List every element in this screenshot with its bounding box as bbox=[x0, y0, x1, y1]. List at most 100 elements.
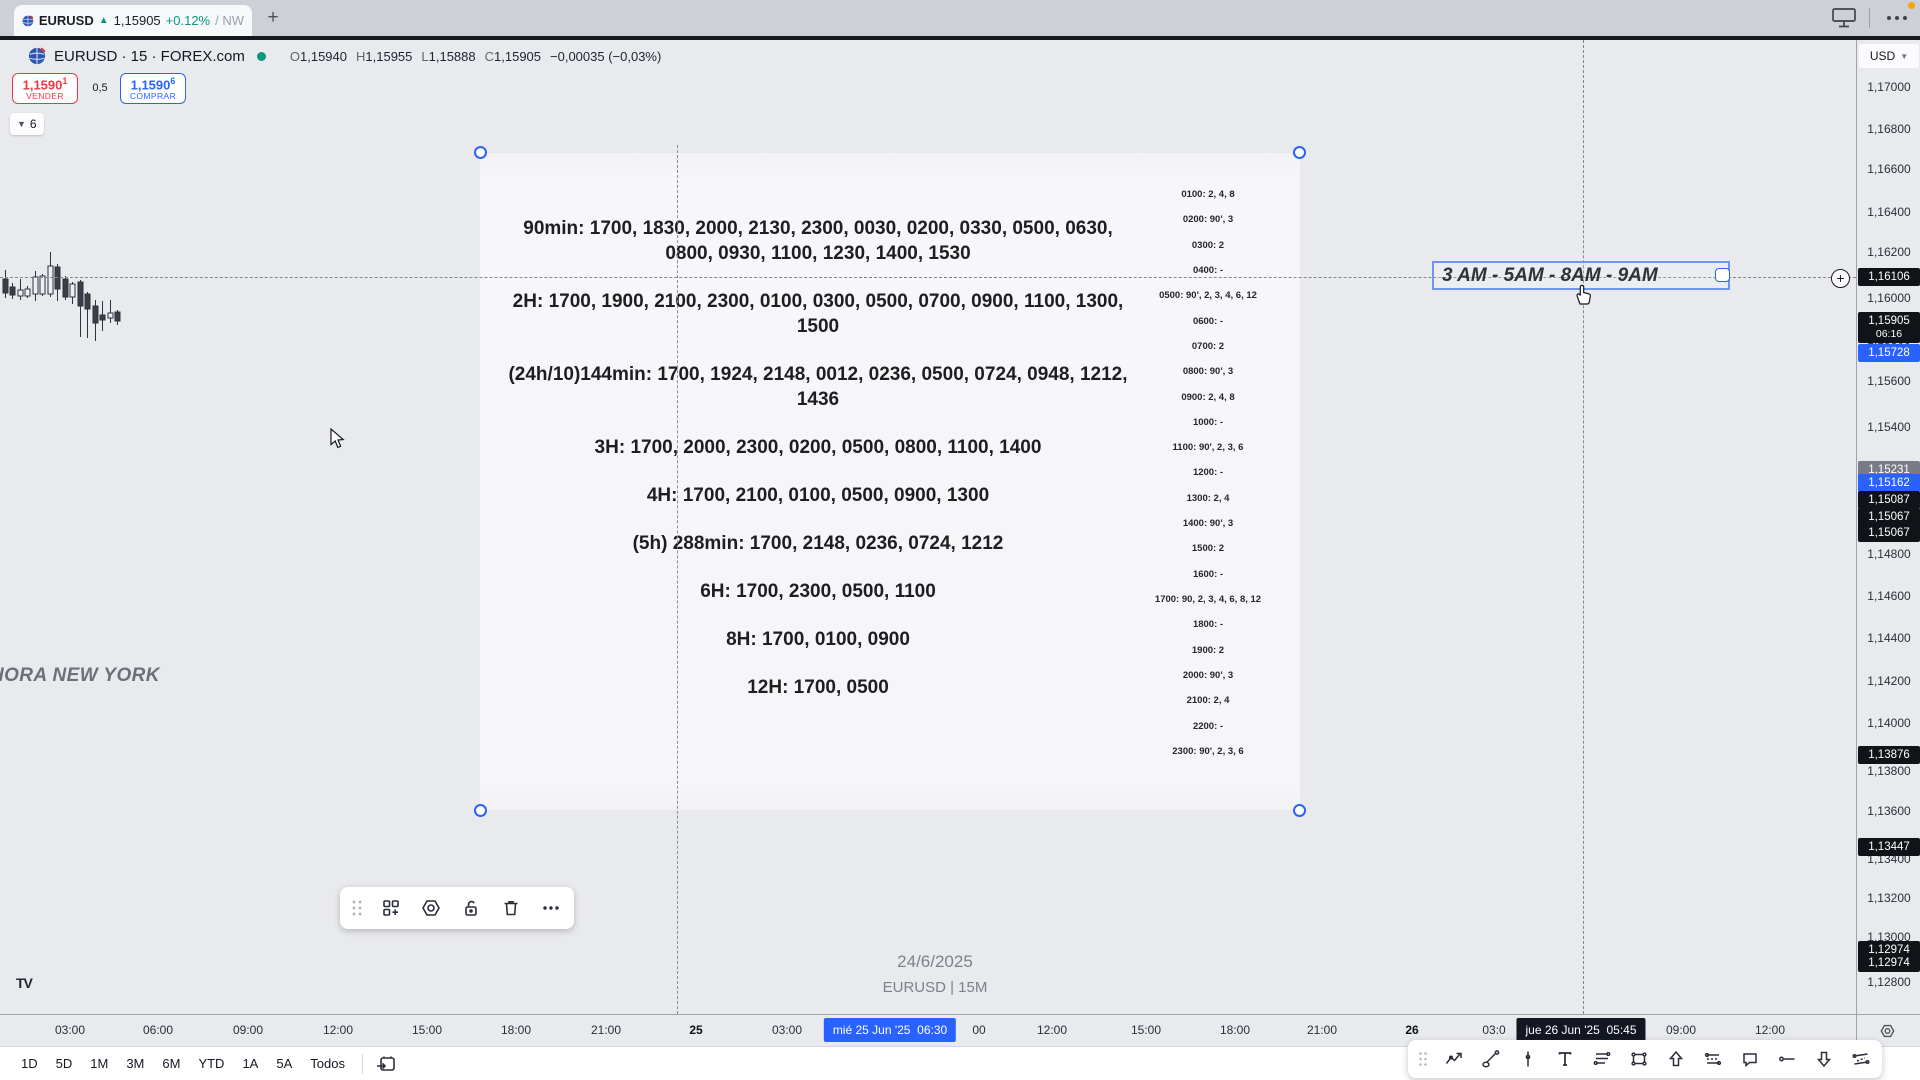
price-label-black: 1,13447 bbox=[1858, 838, 1920, 856]
buy-label: COMPRAR bbox=[130, 92, 176, 101]
object-count: 6 bbox=[30, 117, 37, 131]
range-button-3m[interactable]: 3M bbox=[117, 1052, 153, 1075]
text-icon bbox=[1555, 1049, 1575, 1069]
buy-button[interactable]: 1,15906 COMPRAR bbox=[120, 73, 186, 104]
time-tick: 15:00 bbox=[412, 1023, 442, 1037]
range-button-ytd[interactable]: YTD bbox=[189, 1052, 233, 1075]
tradingview-logo[interactable]: TV bbox=[16, 975, 32, 991]
sell-button[interactable]: 1,15901 VENDER bbox=[12, 73, 78, 104]
template-button[interactable] bbox=[378, 895, 404, 921]
go-to-date-button[interactable] bbox=[375, 1054, 397, 1074]
drawing-handle-top-right[interactable] bbox=[1293, 146, 1306, 159]
time-tick: 21:00 bbox=[1307, 1023, 1337, 1037]
settings-button[interactable] bbox=[418, 895, 444, 921]
price-tick: 1,16400 bbox=[1857, 205, 1920, 219]
price-label-black: 1,15067 bbox=[1858, 524, 1920, 542]
tab-change: +0.12% bbox=[166, 13, 210, 28]
drawing-handle-bottom-left[interactable] bbox=[474, 804, 487, 817]
add-alert-button[interactable]: + bbox=[1831, 269, 1850, 288]
legend-title[interactable]: EURUSD · 15 · FOREX.com bbox=[54, 48, 245, 65]
price-label-black: 1,12974 bbox=[1858, 954, 1920, 972]
text-tool-button[interactable] bbox=[1552, 1046, 1578, 1072]
ohlc-values: O1,15940H1,15955L1,15888C1,15905−0,00035… bbox=[290, 49, 661, 64]
more-icon[interactable] bbox=[1882, 6, 1912, 30]
bottombar-divider bbox=[362, 1054, 363, 1074]
parallel-lines-tool-button[interactable] bbox=[1589, 1046, 1615, 1072]
range-button-todos[interactable]: Todos bbox=[301, 1052, 354, 1075]
ohlc-pair: H1,15955 bbox=[356, 49, 412, 64]
regression-lines-icon bbox=[1703, 1049, 1723, 1069]
currency-selector[interactable]: USD▼ bbox=[1859, 44, 1919, 68]
arrow-up-icon bbox=[1666, 1049, 1686, 1069]
legend-symbol-icon bbox=[28, 47, 46, 65]
more-button[interactable] bbox=[538, 895, 564, 921]
time-tick: 00 bbox=[972, 1023, 985, 1037]
polyline-tool-button[interactable] bbox=[1441, 1046, 1467, 1072]
annotation-handle[interactable] bbox=[1715, 268, 1730, 282]
ohlc-pair: O1,15940 bbox=[290, 49, 347, 64]
object-tree-counter[interactable]: ▼ 6 bbox=[10, 113, 44, 135]
arrow-down-tool-button[interactable] bbox=[1811, 1046, 1837, 1072]
regression-tool-button[interactable] bbox=[1700, 1046, 1726, 1072]
template-icon bbox=[381, 898, 401, 918]
topbar-divider bbox=[1869, 8, 1870, 28]
drawing-handle-top-left[interactable] bbox=[474, 146, 487, 159]
price-tick: 1,14200 bbox=[1857, 674, 1920, 688]
calendar-go-icon bbox=[375, 1054, 397, 1074]
time-tick: 03:00 bbox=[772, 1023, 802, 1037]
tab-symbol: EURUSD bbox=[39, 13, 94, 28]
watermark-date: 24/6/2025 bbox=[840, 952, 1030, 972]
time-tick: 26 bbox=[1405, 1023, 1418, 1037]
vertical-line-tool-button[interactable] bbox=[1515, 1046, 1541, 1072]
price-tick: 1,13200 bbox=[1857, 891, 1920, 905]
price-tick: 1,16800 bbox=[1857, 122, 1920, 136]
add-tab-button[interactable]: + bbox=[262, 7, 284, 29]
layout-icon[interactable] bbox=[1831, 6, 1857, 30]
drag-handle[interactable] bbox=[350, 899, 364, 917]
range-button-5d[interactable]: 5D bbox=[47, 1052, 82, 1075]
time-tick: 12:00 bbox=[323, 1023, 353, 1037]
axis-settings-icon[interactable] bbox=[1879, 1023, 1896, 1039]
unlock-icon bbox=[461, 898, 481, 918]
market-open-dot bbox=[257, 52, 266, 61]
range-button-1d[interactable]: 1D bbox=[12, 1052, 47, 1075]
text-annotation[interactable]: 3 AM - 5AM - 8AM - 9AM bbox=[1432, 261, 1730, 290]
range-button-6m[interactable]: 6M bbox=[153, 1052, 189, 1075]
annotation-text: 3 AM - 5AM - 8AM - 9AM bbox=[1442, 265, 1658, 287]
horizontal-ray-icon bbox=[1777, 1049, 1797, 1069]
price-tick: 1,16200 bbox=[1857, 245, 1920, 259]
time-tick: 18:00 bbox=[501, 1023, 531, 1037]
trend-line-tool-button[interactable] bbox=[1478, 1046, 1504, 1072]
tab-direction-arrow: ▲ bbox=[99, 15, 109, 26]
price-tick: 1,14000 bbox=[1857, 716, 1920, 730]
tab-suffix: / NW bbox=[215, 13, 244, 28]
chart-legend: EURUSD · 15 · FOREX.com O1,15940 H1,15955… bbox=[28, 47, 661, 65]
drawing-handle-bottom-right[interactable] bbox=[1293, 804, 1306, 817]
horizontal-ray-tool-button[interactable] bbox=[1774, 1046, 1800, 1072]
delete-button[interactable] bbox=[498, 895, 524, 921]
chart-text-label: HORA NEW YORK bbox=[0, 665, 160, 687]
time-tick: 03:00 bbox=[55, 1023, 85, 1037]
time-tick: 09:00 bbox=[233, 1023, 263, 1037]
last-price: 1,15905 bbox=[1868, 315, 1910, 328]
unlock-button[interactable] bbox=[458, 895, 484, 921]
time-tick: 12:00 bbox=[1755, 1023, 1785, 1037]
time-tick: 18:00 bbox=[1220, 1023, 1250, 1037]
comment-icon bbox=[1740, 1049, 1760, 1069]
range-button-1a[interactable]: 1A bbox=[233, 1052, 267, 1075]
drag-handle[interactable] bbox=[1416, 1051, 1430, 1067]
rectangle-tool-button[interactable] bbox=[1626, 1046, 1652, 1072]
price-axis[interactable]: USD▼ 1,170001,168001,166001,164001,16200… bbox=[1856, 40, 1920, 1014]
date-range-switcher: 1D5D1M3M6MYTD1A5ATodos bbox=[12, 1052, 354, 1075]
range-button-5a[interactable]: 5A bbox=[267, 1052, 301, 1075]
channel-tool-button[interactable] bbox=[1848, 1046, 1874, 1072]
arrow-up-tool-button[interactable] bbox=[1663, 1046, 1689, 1072]
session-time-label: mié 25 Jun '25 06:30 bbox=[824, 1018, 956, 1042]
symbol-tab[interactable]: EURUSD ▲ 1,15905 +0.12% / NW bbox=[14, 5, 252, 36]
ohlc-change: −0,00035 (−0,03%) bbox=[550, 49, 661, 64]
pasted-image-drawing[interactable] bbox=[480, 153, 1300, 810]
price-label-blue: 1,15728 bbox=[1858, 344, 1920, 362]
vertical-line-icon bbox=[1518, 1049, 1538, 1069]
range-button-1m[interactable]: 1M bbox=[81, 1052, 117, 1075]
comment-tool-button[interactable] bbox=[1737, 1046, 1763, 1072]
